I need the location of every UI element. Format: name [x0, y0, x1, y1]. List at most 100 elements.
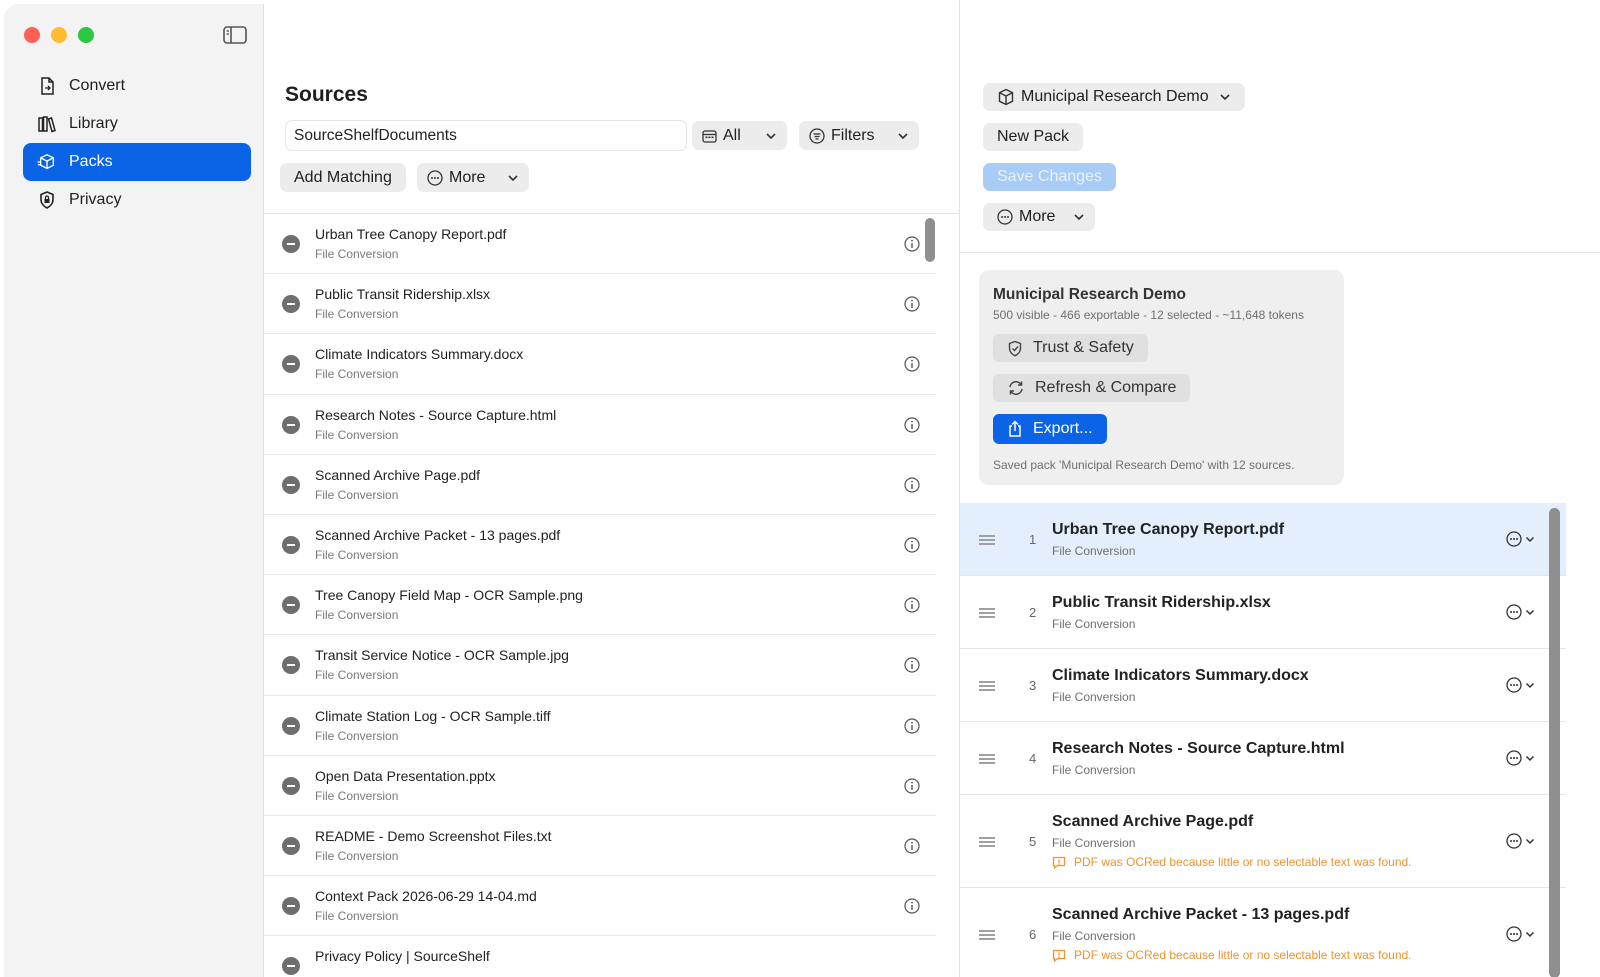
sidebar-toggle-icon[interactable] — [223, 26, 247, 44]
close-window-button[interactable] — [24, 27, 40, 43]
filters-dropdown[interactable]: Filters — [799, 121, 919, 150]
pack-item-row[interactable]: 1 Urban Tree Canopy Report.pdf File Conv… — [960, 503, 1566, 576]
pack-item-row[interactable]: 3 Climate Indicators Summary.docx File C… — [960, 649, 1566, 722]
remove-button[interactable] — [282, 776, 300, 795]
pack-item-row[interactable]: 4 Research Notes - Source Capture.html F… — [960, 722, 1566, 795]
info-icon[interactable] — [904, 356, 920, 372]
more-menu-button[interactable]: More — [417, 163, 529, 192]
drag-handle-icon[interactable] — [979, 930, 995, 940]
source-name: Tree Canopy Field Map - OCR Sample.png — [315, 587, 583, 604]
sidebar-item-packs[interactable]: Packs — [23, 143, 251, 181]
ocr-warning: PDF was OCRed because little or no selec… — [1052, 855, 1412, 869]
item-actions-menu[interactable] — [1506, 603, 1542, 621]
drag-handle-icon[interactable] — [979, 608, 995, 618]
refresh-compare-button[interactable]: Refresh & Compare — [993, 374, 1191, 402]
scrollbar[interactable] — [1549, 508, 1560, 977]
item-actions-menu[interactable] — [1506, 832, 1542, 850]
filter-icon — [809, 127, 825, 144]
list-item[interactable]: Transit Service Notice - OCR Sample.jpg F… — [264, 635, 936, 696]
export-button[interactable]: Export... — [993, 414, 1107, 444]
item-index: 5 — [1029, 834, 1037, 849]
new-pack-label: New Pack — [997, 128, 1070, 145]
add-matching-button[interactable]: Add Matching — [280, 163, 406, 192]
sidebar-item-library[interactable]: Library — [23, 105, 251, 143]
remove-button[interactable] — [282, 836, 300, 855]
remove-button[interactable] — [282, 535, 300, 554]
remove-button[interactable] — [282, 295, 300, 314]
info-icon[interactable] — [904, 477, 920, 493]
sidebar-item-privacy[interactable]: Privacy — [23, 181, 251, 219]
remove-button[interactable] — [282, 957, 300, 976]
drag-handle-icon[interactable] — [979, 754, 995, 764]
info-icon[interactable] — [904, 778, 920, 794]
trust-safety-button[interactable]: Trust & Safety — [993, 334, 1148, 362]
item-actions-menu[interactable] — [1506, 530, 1542, 548]
chevron-down-icon — [508, 174, 518, 181]
remove-button[interactable] — [282, 716, 300, 735]
status-message: Saved pack 'Municipal Research Demo' wit… — [993, 458, 1295, 472]
info-icon[interactable] — [904, 657, 920, 673]
remove-button[interactable] — [282, 656, 300, 675]
filter-all-dropdown[interactable]: All — [692, 121, 787, 150]
remove-button[interactable] — [282, 235, 300, 253]
chevron-down-icon — [1220, 94, 1230, 101]
list-item[interactable]: Open Data Presentation.pptx File Conversi… — [264, 756, 936, 816]
remove-button[interactable] — [282, 897, 300, 916]
remove-button[interactable] — [282, 596, 300, 615]
item-title: Scanned Archive Packet - 13 pages.pdf — [1052, 906, 1350, 923]
pack-selector-dropdown[interactable]: Municipal Research Demo — [983, 83, 1245, 111]
ocr-warning: PDF was OCRed because little or no selec… — [1052, 948, 1412, 962]
app-window: Convert Library Packs Privacy Sources So… — [0, 0, 1600, 977]
warning-bubble-icon — [1052, 949, 1066, 962]
scrollbar[interactable] — [925, 218, 935, 262]
list-item[interactable]: Climate Station Log - OCR Sample.tiff Fil… — [264, 696, 936, 756]
list-item[interactable]: Context Pack 2026-06-29 14-04.md File Con… — [264, 876, 936, 937]
ellipsis-circle-icon — [997, 209, 1013, 225]
list-item[interactable]: Scanned Archive Packet - 13 pages.pdf Fil… — [264, 515, 936, 576]
list-item[interactable]: Research Notes - Source Capture.html File… — [264, 395, 936, 455]
info-icon[interactable] — [904, 717, 920, 734]
list-item[interactable]: Climate Indicators Summary.docx File Conv… — [264, 334, 936, 395]
remove-button[interactable] — [282, 355, 300, 374]
more-label: More — [449, 168, 486, 186]
new-pack-button[interactable]: New Pack — [983, 123, 1084, 151]
info-icon[interactable] — [904, 416, 920, 433]
save-changes-button[interactable]: Save Changes — [983, 163, 1116, 191]
item-actions-menu[interactable] — [1506, 925, 1542, 943]
drag-handle-icon[interactable] — [979, 837, 995, 847]
more-menu-button[interactable]: More — [983, 203, 1095, 231]
info-icon[interactable] — [904, 236, 920, 252]
cube-icon — [37, 153, 55, 170]
list-item[interactable]: Tree Canopy Field Map - OCR Sample.png Fi… — [264, 575, 936, 636]
list-item[interactable]: README - Demo Screenshot Files.txt File C… — [264, 816, 936, 877]
list-item[interactable]: Urban Tree Canopy Report.pdf File Convers… — [264, 214, 936, 275]
pack-item-row[interactable]: 6 Scanned Archive Packet - 13 pages.pdf … — [960, 888, 1566, 977]
info-icon[interactable] — [904, 838, 920, 854]
source-type: File Conversion — [315, 848, 399, 863]
info-icon[interactable] — [904, 597, 920, 613]
remove-button[interactable] — [282, 415, 300, 434]
sidebar-item-convert[interactable]: Convert — [23, 67, 251, 105]
drag-handle-icon[interactable] — [979, 535, 995, 545]
ellipsis-circle-icon — [1506, 833, 1522, 849]
info-icon[interactable] — [904, 898, 920, 914]
list-item[interactable]: Privacy Policy | SourceShelf — [264, 936, 936, 977]
list-item[interactable]: Public Transit Ridership.xlsx File Conver… — [264, 274, 936, 335]
item-actions-menu[interactable] — [1506, 676, 1542, 694]
drag-handle-icon[interactable] — [979, 681, 995, 691]
sidebar: Convert Library Packs Privacy — [4, 4, 264, 977]
minimize-window-button[interactable] — [51, 27, 67, 43]
info-icon[interactable] — [904, 537, 920, 553]
shield-check-icon — [1008, 340, 1022, 356]
search-input[interactable]: SourceShelfDocuments — [285, 120, 687, 151]
divider — [960, 252, 1600, 253]
zoom-window-button[interactable] — [78, 27, 94, 43]
info-icon[interactable] — [904, 296, 920, 312]
pack-item-row[interactable]: 5 Scanned Archive Page.pdf File Conversi… — [960, 795, 1566, 888]
pack-item-row[interactable]: 2 Public Transit Ridership.xlsx File Con… — [960, 576, 1566, 649]
list-item[interactable]: Scanned Archive Page.pdf File Conversion — [264, 455, 936, 515]
source-name: Scanned Archive Page.pdf — [315, 466, 481, 483]
item-actions-menu[interactable] — [1506, 749, 1542, 767]
source-name: Public Transit Ridership.xlsx — [315, 286, 491, 303]
remove-button[interactable] — [282, 475, 300, 494]
